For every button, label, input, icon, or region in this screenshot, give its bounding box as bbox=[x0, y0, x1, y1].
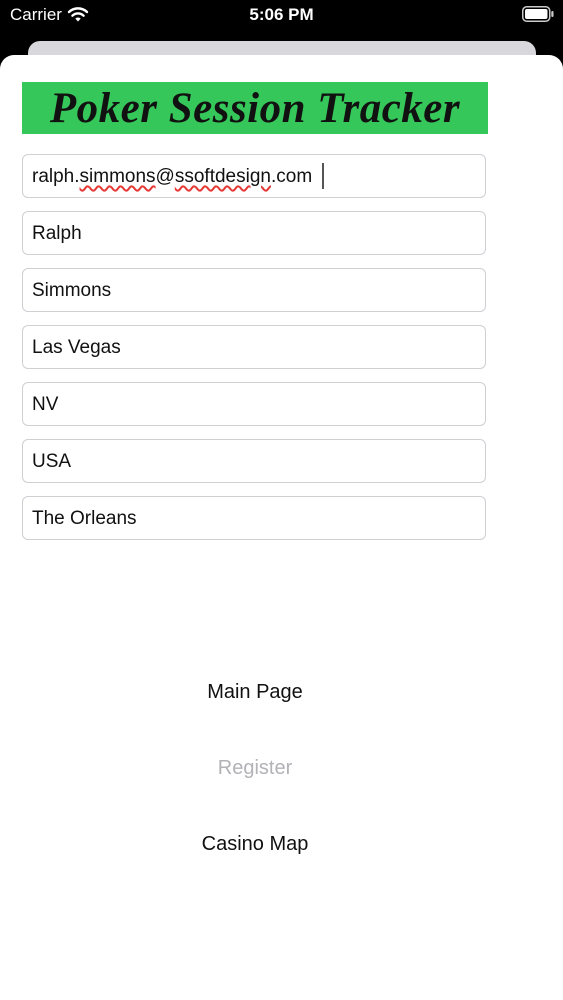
last-name-value: Simmons bbox=[32, 280, 112, 301]
casino-value: The Orleans bbox=[32, 508, 137, 529]
casino-field[interactable]: The Orleans bbox=[22, 496, 486, 540]
first-name-value: Ralph bbox=[32, 223, 82, 244]
casino-map-button[interactable]: Casino Map bbox=[0, 833, 510, 856]
title-banner: Poker Session Tracker bbox=[22, 82, 488, 134]
city-field[interactable]: Las Vegas bbox=[22, 325, 486, 369]
country-field[interactable]: USA bbox=[22, 439, 486, 483]
page-title: Poker Session Tracker bbox=[49, 85, 461, 132]
first-name-field[interactable]: Ralph bbox=[22, 211, 486, 255]
clock: 5:06 PM bbox=[249, 5, 314, 24]
status-bar: Carrier 5:06 PM bbox=[0, 0, 563, 30]
spellcheck-underline: simmons bbox=[79, 166, 156, 187]
country-value: USA bbox=[32, 451, 72, 472]
register-button[interactable]: Register bbox=[0, 757, 510, 780]
modal-sheet: Poker Session Tracker ralph.simmons@ssof… bbox=[0, 55, 563, 1000]
email-value: ralph.simmons@ssoftdesign.com bbox=[32, 166, 313, 187]
main-page-button[interactable]: Main Page bbox=[0, 681, 510, 704]
last-name-field[interactable]: Simmons bbox=[22, 268, 486, 312]
city-value: Las Vegas bbox=[32, 337, 121, 358]
spellcheck-underline: ssoftdesign bbox=[174, 166, 271, 187]
state-field[interactable]: NV bbox=[22, 382, 486, 426]
email-field[interactable]: ralph.simmons@ssoftdesign.com bbox=[22, 154, 486, 198]
battery-icon bbox=[522, 6, 554, 22]
state-value: NV bbox=[32, 394, 59, 415]
text-cursor bbox=[322, 163, 324, 189]
